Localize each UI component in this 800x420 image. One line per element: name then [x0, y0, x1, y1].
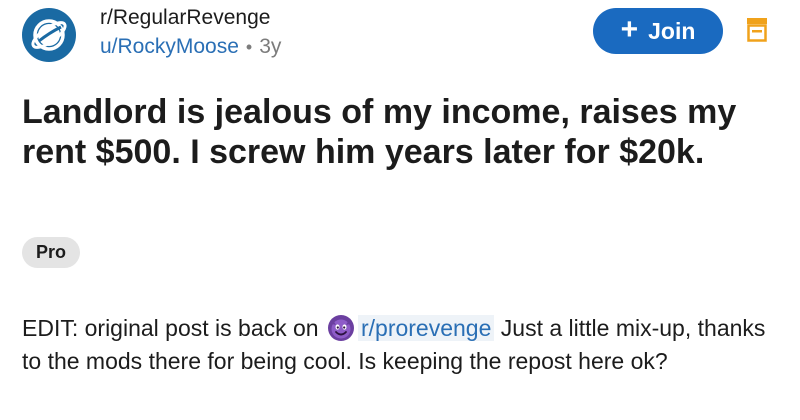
post-age: 3y	[259, 35, 282, 58]
prorevenge-link[interactable]: r/prorevenge	[357, 315, 495, 341]
subreddit-avatar[interactable]	[22, 8, 76, 62]
join-label: Join	[648, 17, 696, 44]
post-meta: r/RegularRevenge u/RockyMoose • 3y	[100, 6, 281, 60]
post-view: r/RegularRevenge u/RockyMoose • 3y + Joi…	[0, 0, 800, 420]
author-username[interactable]: u/RockyMoose	[100, 34, 239, 60]
join-button[interactable]: + Join	[593, 8, 723, 54]
plus-icon: +	[620, 12, 639, 46]
devil-face-icon	[327, 315, 354, 341]
planet-icon	[31, 19, 67, 51]
save-icon[interactable]	[747, 18, 767, 42]
post-body: EDIT: original post is back on r/proreve…	[22, 312, 782, 378]
meta-separator: •	[245, 37, 253, 57]
post-header: r/RegularRevenge u/RockyMoose • 3y + Joi…	[22, 6, 782, 66]
body-text-start: EDIT: original post is back on	[22, 315, 325, 341]
subreddit-name[interactable]: r/RegularRevenge	[100, 6, 281, 30]
author-line: u/RockyMoose • 3y	[100, 34, 281, 60]
post-title[interactable]: Landlord is jealous of my income, raises…	[22, 92, 782, 172]
post-flair[interactable]: Pro	[22, 237, 81, 268]
